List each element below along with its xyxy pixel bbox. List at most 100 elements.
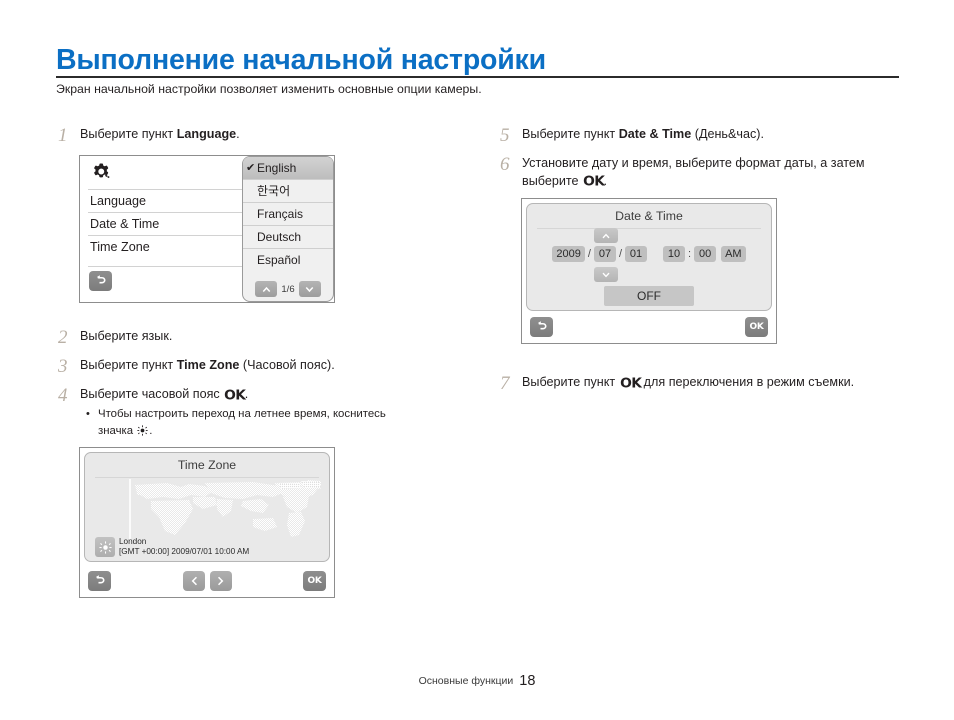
chevron-up-icon xyxy=(600,230,612,242)
menu-item-date-time[interactable]: Date & Time xyxy=(88,213,258,236)
next-zone-button[interactable] xyxy=(209,571,232,591)
step-6-number: 6 xyxy=(500,154,510,175)
language-option-label: Español xyxy=(257,253,301,267)
menu-item-time-zone[interactable]: Time Zone xyxy=(88,236,258,259)
footer-section-label: Основные функции xyxy=(418,675,514,687)
step-1-text: Выберите пункт Language. xyxy=(80,126,240,144)
title-divider xyxy=(56,76,899,78)
step-7-text: Выберите пункт OK для переключения в реж… xyxy=(522,374,854,392)
hour-field[interactable]: 10 xyxy=(663,246,686,262)
world-map-graphic xyxy=(93,479,321,541)
language-option-english[interactable]: ✔ English xyxy=(243,157,333,180)
ok-glyph: OK xyxy=(583,173,605,190)
step-7-post: для переключения в режим съемки. xyxy=(640,375,855,389)
camera-screen-language: Language Date & Time Time Zone ✔ English… xyxy=(79,155,335,303)
page-number: 18 xyxy=(519,673,536,689)
step-7-number: 7 xyxy=(500,373,510,394)
timezone-city: London xyxy=(119,537,147,547)
dst-toggle-button[interactable] xyxy=(95,537,115,557)
date-format-button[interactable]: OFF xyxy=(604,286,694,306)
chevron-right-icon xyxy=(215,575,227,587)
step-4-number: 4 xyxy=(58,385,68,406)
language-list-panel: ✔ English 한국어 Français Deutsch Español 1… xyxy=(242,156,334,302)
step-4-bullet: • Чтобы настроить переход на летнее врем… xyxy=(86,406,416,439)
day-field[interactable]: 01 xyxy=(625,246,648,262)
page-indicator: 1/6 xyxy=(281,283,295,295)
step-6-pre: Установите дату и время, выберите формат… xyxy=(522,156,865,188)
step-3-post: (Часовой пояс). xyxy=(239,358,335,372)
back-arrow-icon xyxy=(94,274,108,288)
year-field[interactable]: 2009 xyxy=(552,246,585,262)
step-3-bold: Time Zone xyxy=(176,358,240,372)
page-up-button[interactable] xyxy=(255,281,278,297)
datetime-title: Date & Time xyxy=(615,209,683,223)
language-option-label: Français xyxy=(257,207,304,221)
previous-zone-button[interactable] xyxy=(182,571,205,591)
minute-field[interactable]: 00 xyxy=(694,246,717,262)
check-icon: ✔ xyxy=(246,162,256,174)
step-6-text: Установите дату и время, выберите формат… xyxy=(522,155,900,191)
step-3-text: Выберите пункт Time Zone (Часовой пояс). xyxy=(80,357,335,375)
timezone-title-divider xyxy=(95,477,319,478)
language-option-german[interactable]: Deutsch xyxy=(243,226,333,249)
page-down-button[interactable] xyxy=(298,281,321,297)
step-7-pre: Выберите пункт xyxy=(522,375,619,389)
step-4-bullet-text: Чтобы настроить переход на летнее время,… xyxy=(98,406,416,439)
chevron-down-icon xyxy=(303,283,316,296)
language-option-korean[interactable]: 한국어 xyxy=(243,180,333,203)
time-separator: : xyxy=(688,248,692,260)
step-2: 2 Выберите язык. xyxy=(58,328,458,348)
step-4-bullet-post: . xyxy=(149,424,153,437)
step-5: 5 Выберите пункт Date & Time (День&час). xyxy=(500,126,920,146)
date-separator: / xyxy=(587,248,591,260)
timezone-footer: OK xyxy=(84,571,330,593)
step-4: 4 Выберите часовой пояс OK. xyxy=(58,386,458,406)
step-5-bold: Date & Time xyxy=(618,127,692,141)
language-pager: 1/6 xyxy=(243,278,333,300)
timezone-text-block: London [GMT +00:00] 2009/07/01 10:00 AM xyxy=(119,537,249,556)
ok-glyph: OK xyxy=(619,374,642,391)
back-button[interactable] xyxy=(89,271,112,291)
step-2-text: Выберите язык. xyxy=(80,329,173,343)
step-3-pre: Выберите пункт xyxy=(80,358,177,372)
step-1-pre: Выберите пункт xyxy=(80,127,177,141)
chevron-up-icon xyxy=(260,283,273,296)
timezone-gmt: [GMT +00:00] 2009/07/01 10:00 AM xyxy=(119,547,250,556)
timezone-info: London [GMT +00:00] 2009/07/01 10:00 AM xyxy=(95,537,249,557)
timezone-screen-body: Time Zone London [GMT +00:00] 2009/07/01… xyxy=(84,452,330,562)
language-option-label: Deutsch xyxy=(257,230,302,244)
step-5-number: 5 xyxy=(500,125,510,146)
ok-button[interactable]: OK xyxy=(745,317,768,337)
world-map[interactable] xyxy=(93,479,321,541)
datetime-title-divider xyxy=(537,228,761,229)
increment-button[interactable] xyxy=(594,228,618,243)
timezone-nav-arrows xyxy=(84,571,330,591)
step-3-number: 3 xyxy=(58,356,68,377)
page-title: Выполнение начальной настройки xyxy=(56,44,546,76)
language-option-label: English xyxy=(257,161,297,175)
step-3: 3 Выберите пункт Time Zone (Часовой пояс… xyxy=(58,357,458,377)
language-option-label: 한국어 xyxy=(257,184,291,198)
language-option-french[interactable]: Français xyxy=(243,203,333,226)
step-5-text: Выберите пункт Date & Time (День&час). xyxy=(522,126,764,144)
back-button[interactable] xyxy=(530,317,553,337)
step-5-post: (День&час). xyxy=(691,127,764,141)
step-2-number: 2 xyxy=(58,327,68,348)
sun-icon xyxy=(137,425,148,436)
ok-button[interactable]: OK xyxy=(303,571,326,591)
ok-glyph: OK xyxy=(224,386,246,403)
meridiem-field[interactable]: AM xyxy=(721,246,746,262)
language-option-spanish[interactable]: Español xyxy=(243,249,333,272)
datetime-field-row: 2009 / 07 / 01 10 : 00 AM xyxy=(527,246,771,262)
menu-item-language[interactable]: Language xyxy=(88,190,258,213)
menu-footer-divider xyxy=(88,266,258,267)
gear-icon xyxy=(90,162,112,184)
month-field[interactable]: 07 xyxy=(593,246,616,262)
timezone-title: Time Zone xyxy=(177,458,237,472)
sun-icon xyxy=(99,541,112,554)
step-4-text: Выберите часовой пояс OK. xyxy=(80,386,248,404)
decrement-button[interactable] xyxy=(594,267,618,282)
datetime-footer: OK xyxy=(526,317,772,339)
step-7: 7 Выберите пункт OK для переключения в р… xyxy=(500,374,930,394)
chevron-left-icon xyxy=(188,575,200,587)
